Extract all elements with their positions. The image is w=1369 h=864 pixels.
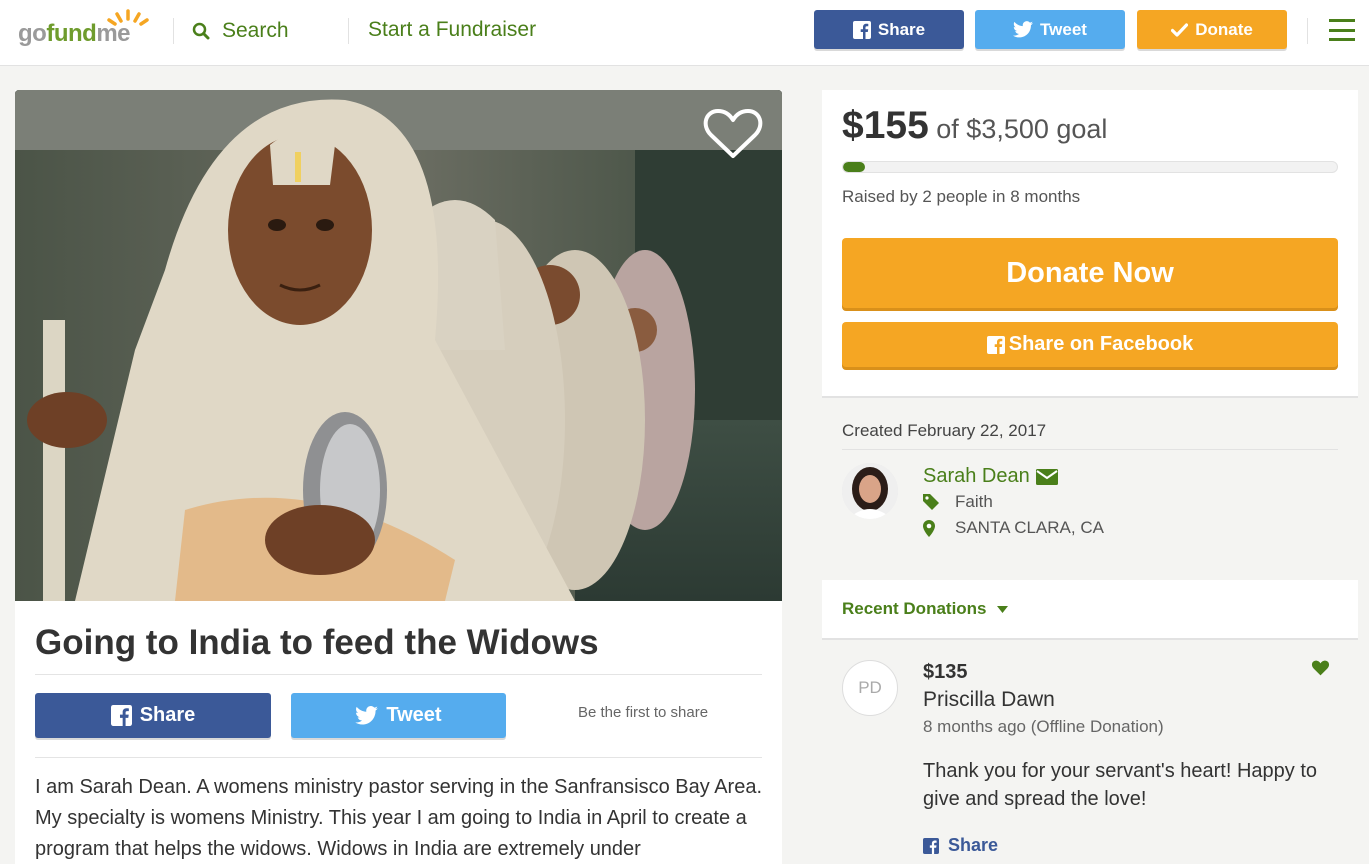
map-pin-icon [923,519,935,537]
start-fundraiser-link[interactable]: Start a Fundraiser [368,18,536,42]
organizer-location: SANTA CLARA, CA [955,518,1104,537]
top-header: gofundme Search Start a Fundraiser Share… [0,0,1369,66]
campaign-photo [15,90,782,601]
raised-summary: $155 of $3,500 goal [842,104,1107,148]
header-divider [348,18,349,44]
campaign-card: Going to India to feed the Widows Share … [15,90,782,864]
envelope-icon[interactable] [1035,468,1058,485]
heart-favorite-icon[interactable] [703,108,763,160]
share-on-facebook-button[interactable]: Share on Facebook [842,322,1338,367]
tweet-label: Tweet [386,704,442,726]
recent-donations-header[interactable]: Recent Donations [822,580,1358,640]
facebook-icon [986,335,1005,354]
logo-wordmark: gofundme [18,20,130,47]
donation-amount: $135 [923,661,968,683]
donor-avatar: PD [842,660,898,716]
tag-icon [923,494,939,510]
twitter-icon [1013,21,1034,38]
search-link[interactable]: Search [192,19,289,43]
search-label: Search [222,19,289,42]
progress-bar [842,161,1338,173]
goal-card: $155 of $3,500 goal Raised by 2 people i… [822,90,1358,398]
facebook-icon [852,20,871,39]
donation-time: 8 months ago (Offline Donation) [923,717,1164,736]
campaign-title: Going to India to feed the Widows [35,623,599,662]
widows-photo-illustration [15,90,782,601]
recent-donations-label: Recent Donations [842,599,987,618]
tweet-button[interactable]: Tweet [291,693,506,738]
divider [842,449,1338,450]
header-share-button[interactable]: Share [814,10,964,49]
search-icon [192,22,210,40]
hamburger-menu-icon[interactable] [1329,19,1355,41]
goal-text: of $3,500 goal [936,114,1108,144]
donate-now-button[interactable]: Donate Now [842,238,1338,308]
header-donate-button[interactable]: Donate [1137,10,1287,49]
divider [35,674,762,675]
heart-icon[interactable] [1311,660,1330,676]
progress-bar-fill [843,162,865,172]
share-on-facebook-label: Share on Facebook [1008,333,1194,355]
organizer-portrait [842,463,898,519]
raised-amount: $155 [842,104,929,147]
divider [35,757,762,758]
gofundme-logo[interactable]: gofundme [18,8,153,48]
organizer-location-row: SANTA CLARA, CA [923,518,1104,538]
header-tweet-button[interactable]: Tweet [975,10,1125,49]
organizer-category-row: Faith [923,492,993,512]
header-share-label: Share [877,19,926,39]
checkmark-icon [1171,22,1189,37]
organizer-avatar[interactable] [842,463,898,519]
share-facebook-button[interactable]: Share [35,693,271,738]
created-date: Created February 22, 2017 [842,421,1047,440]
organizer-name-link[interactable]: Sarah Dean [923,465,1058,488]
facebook-icon [923,837,939,854]
organizer-category[interactable]: Faith [955,492,993,512]
first-share-text: Be the first to share [578,704,709,721]
header-divider [1307,18,1308,44]
share-label: Share [139,704,196,726]
campaign-story: I am Sarah Dean. A womens ministry pasto… [35,776,763,860]
donation-message: Thank you for your servant's heart! Happ… [923,760,1318,810]
organizer-name: Sarah Dean [923,465,1030,487]
recent-donations-toggle[interactable]: Recent Donations [842,599,1008,619]
donation-share-label: Share [948,835,999,855]
raised-by-text: Raised by 2 people in 8 months [842,187,1081,206]
header-donate-label: Donate [1195,19,1253,39]
header-divider [173,18,174,44]
facebook-icon [110,705,132,726]
header-tweet-label: Tweet [1040,19,1087,39]
caret-down-icon [996,605,1008,613]
donor-name: Priscilla Dawn [923,688,1055,711]
twitter-icon [355,706,379,725]
donation-share-link[interactable]: Share [923,835,998,856]
